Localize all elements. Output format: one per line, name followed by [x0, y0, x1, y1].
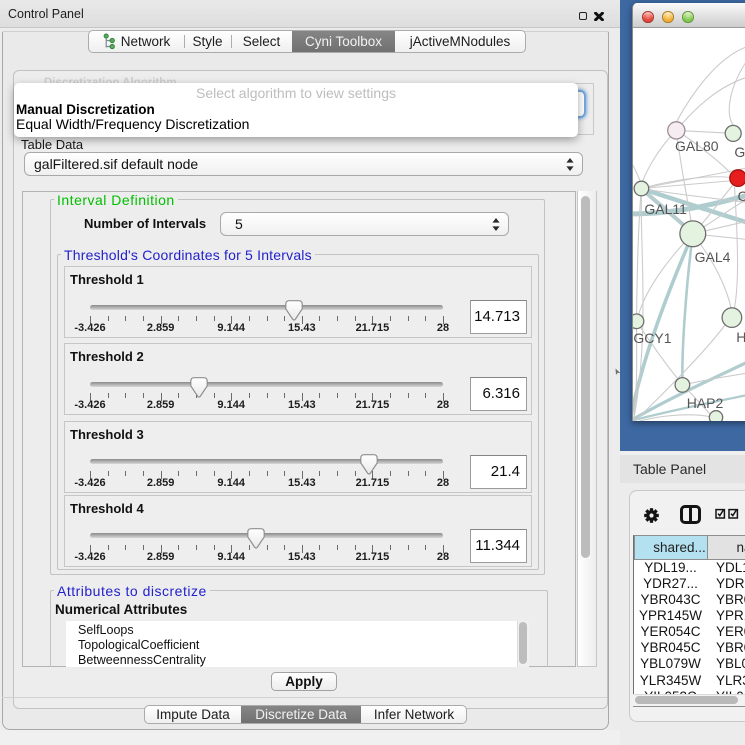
svg-text:GAL11: GAL11 — [644, 201, 687, 217]
svg-text:H: H — [736, 329, 745, 345]
svg-text:G.: G. — [734, 144, 745, 160]
svg-text:GAL4: GAL4 — [695, 249, 731, 265]
svg-text:C: C — [738, 188, 745, 204]
svg-text:GCY1: GCY1 — [633, 330, 671, 346]
svg-text:GAL80: GAL80 — [675, 138, 719, 154]
svg-text:HAP2: HAP2 — [687, 395, 724, 411]
